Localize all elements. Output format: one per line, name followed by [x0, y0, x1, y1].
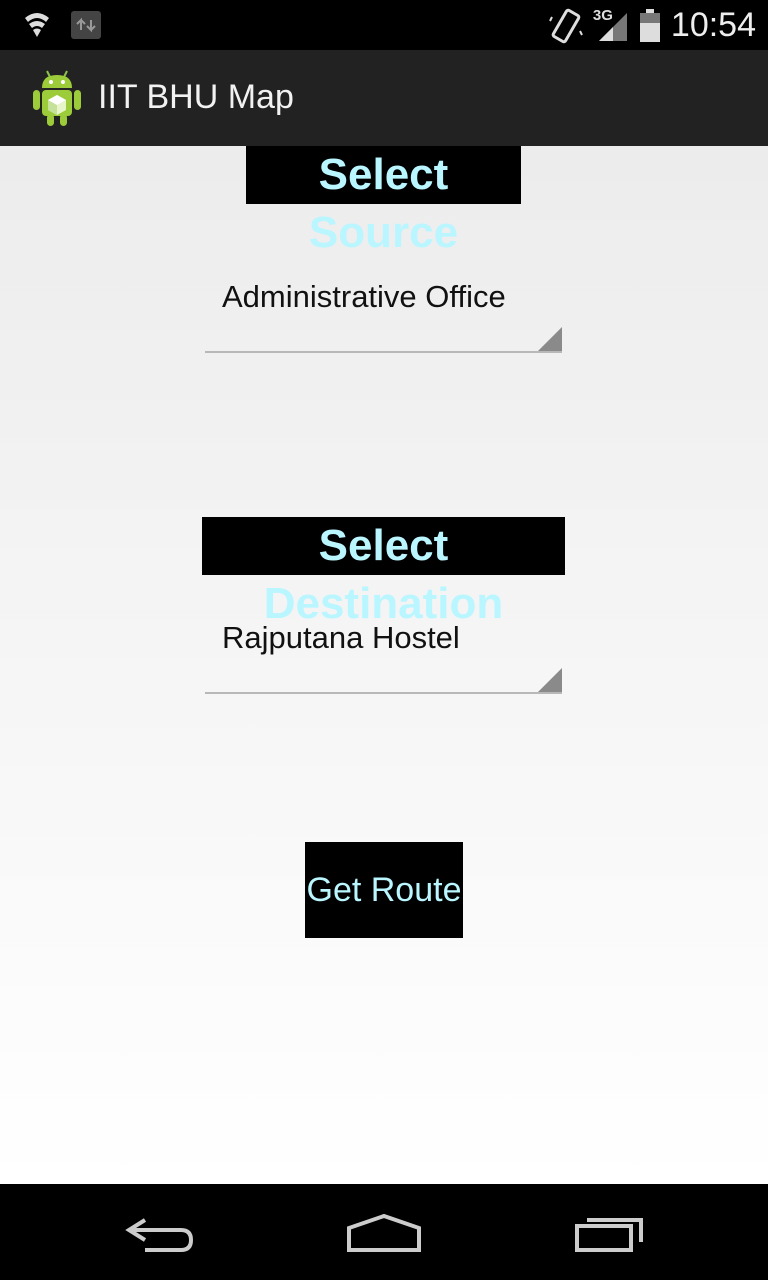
back-icon[interactable]: [115, 1208, 205, 1258]
destination-spinner[interactable]: Rajputana Hostel: [205, 614, 562, 694]
recent-apps-icon[interactable]: [565, 1208, 655, 1258]
action-bar: IIT BHU Map: [0, 50, 768, 146]
spinner-arrow-icon: [538, 668, 562, 692]
source-label: Select Source: [246, 146, 521, 257]
destination-selected-value: Rajputana Hostel: [222, 620, 460, 655]
shield-icon: [25, 13, 49, 37]
app-title: IIT BHU Map: [98, 78, 294, 116]
android-app-icon: [33, 70, 81, 126]
source-spinner[interactable]: Administrative Office: [205, 273, 562, 353]
home-icon[interactable]: [339, 1208, 429, 1258]
clock: 10:54: [670, 6, 756, 44]
destination-label: Select Destination: [202, 517, 565, 628]
spinner-arrow-icon: [538, 327, 562, 351]
get-route-button[interactable]: Get Route: [305, 842, 463, 938]
source-selected-value: Administrative Office: [222, 279, 506, 314]
status-bar: 3G 10:54: [0, 0, 768, 50]
signal-icon: 3G: [593, 7, 629, 45]
battery-icon: [639, 8, 660, 42]
main-content: Select Source Administrative Office Sele…: [0, 146, 768, 1184]
vibrate-icon: [549, 8, 583, 43]
navigation-bar: [0, 1184, 768, 1280]
data-transfer-icon: [71, 11, 101, 39]
